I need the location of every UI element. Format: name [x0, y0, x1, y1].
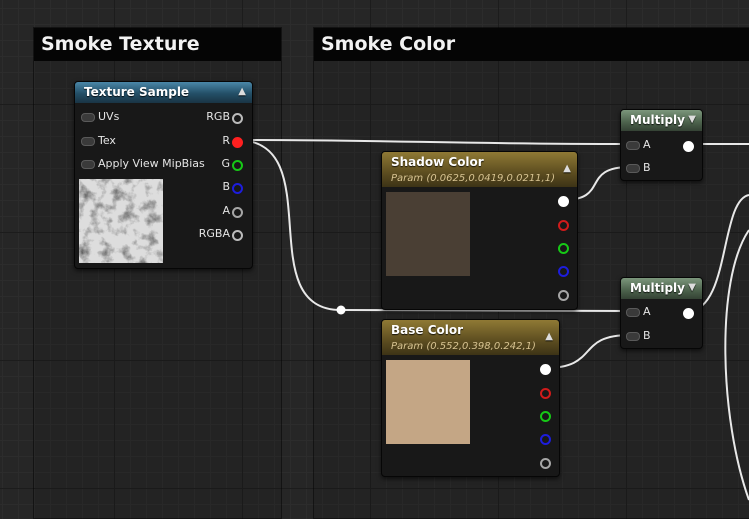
g-label: G: [221, 157, 230, 170]
r-output-pin[interactable]: [540, 388, 551, 399]
param-value: Param (0.552,0.398,0.242,1): [391, 341, 536, 352]
texture-preview-image: [79, 179, 163, 263]
node-title: Texture Sample: [84, 85, 190, 99]
rgb-output-pin[interactable]: [232, 113, 243, 124]
rgba-output-pin[interactable]: [232, 230, 243, 241]
rgb-output-pin[interactable]: [558, 196, 569, 207]
tex-label: Tex: [98, 134, 116, 147]
comment-title-smoke-texture[interactable]: Smoke Texture: [34, 28, 281, 61]
rgb-label: RGB: [206, 110, 230, 123]
b-input-label: B: [643, 329, 651, 342]
chevron-up-icon[interactable]: ▲: [545, 327, 553, 347]
b-output-pin[interactable]: [232, 183, 243, 194]
uvs-input-pin[interactable]: [81, 113, 95, 122]
r-label: R: [222, 134, 230, 147]
a-output-pin[interactable]: [540, 458, 551, 469]
mipbias-input-pin[interactable]: [81, 160, 95, 169]
multiply-node-bottom[interactable]: Multiply ▼ A B: [620, 277, 703, 349]
a-label: A: [222, 204, 230, 217]
multiply-header[interactable]: Multiply ▼: [621, 278, 702, 299]
multiply-node-top[interactable]: Multiply ▼ A B: [620, 109, 703, 181]
b-input-label: B: [643, 161, 651, 174]
chevron-down-icon[interactable]: ▼: [688, 110, 696, 130]
rgb-output-pin[interactable]: [540, 364, 551, 375]
node-title: Base Color: [391, 323, 464, 337]
g-output-pin[interactable]: [558, 243, 569, 254]
base-color-header[interactable]: Base Color Param (0.552,0.398,0.242,1) ▲: [382, 320, 559, 355]
param-value: Param (0.0625,0.0419,0.0211,1): [391, 173, 555, 184]
multiply-header[interactable]: Multiply ▼: [621, 110, 702, 131]
comment-title-smoke-color[interactable]: Smoke Color: [314, 28, 749, 61]
shadow-color-node[interactable]: Shadow Color Param (0.0625,0.0419,0.0211…: [381, 151, 578, 310]
texture-sample-header[interactable]: Texture Sample ▲: [75, 82, 252, 103]
node-title: Multiply: [630, 281, 685, 295]
chevron-down-icon[interactable]: ▼: [688, 278, 696, 298]
r-output-pin[interactable]: [558, 220, 569, 231]
chevron-up-icon[interactable]: ▲: [238, 82, 246, 102]
a-input-pin[interactable]: [626, 308, 640, 317]
output-pin[interactable]: [683, 141, 694, 152]
a-input-pin[interactable]: [626, 141, 640, 150]
b-label: B: [222, 180, 230, 193]
b-input-pin[interactable]: [626, 164, 640, 173]
texture-sample-node[interactable]: Texture Sample ▲ UVs Tex Apply View MipB…: [74, 81, 253, 269]
b-output-pin[interactable]: [558, 266, 569, 277]
b-input-pin[interactable]: [626, 332, 640, 341]
a-input-label: A: [643, 305, 651, 318]
uvs-label: UVs: [98, 110, 120, 123]
color-swatch: [386, 192, 470, 276]
base-color-node[interactable]: Base Color Param (0.552,0.398,0.242,1) ▲: [381, 319, 560, 477]
color-swatch: [386, 360, 470, 444]
g-output-pin[interactable]: [232, 160, 243, 171]
output-pin[interactable]: [683, 308, 694, 319]
chevron-up-icon[interactable]: ▲: [563, 159, 571, 179]
a-output-pin[interactable]: [232, 207, 243, 218]
a-output-pin[interactable]: [558, 290, 569, 301]
shadow-color-header[interactable]: Shadow Color Param (0.0625,0.0419,0.0211…: [382, 152, 577, 187]
node-title: Shadow Color: [391, 155, 484, 169]
mipbias-label: Apply View MipBias: [98, 157, 205, 170]
a-input-label: A: [643, 138, 651, 151]
g-output-pin[interactable]: [540, 411, 551, 422]
tex-input-pin[interactable]: [81, 137, 95, 146]
rgba-label: RGBA: [198, 227, 230, 240]
r-output-pin[interactable]: [232, 137, 243, 148]
node-title: Multiply: [630, 113, 685, 127]
b-output-pin[interactable]: [540, 434, 551, 445]
